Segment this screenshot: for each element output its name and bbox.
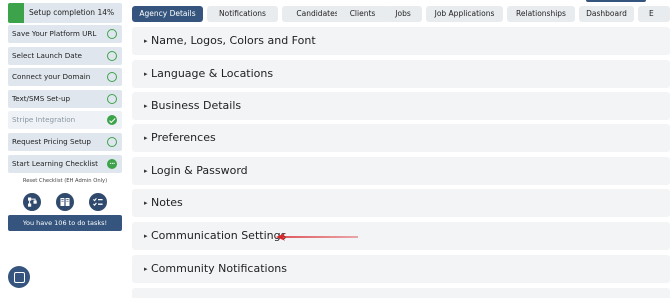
pending-circle-icon — [107, 136, 117, 147]
checkmark-circle-icon — [107, 115, 117, 126]
section-language-locations[interactable]: ▸ Language & Locations — [132, 60, 670, 88]
caret-right-icon: ▸ — [144, 232, 148, 240]
checklist-item-label: Save Your Platform URL — [12, 29, 97, 38]
header-edge — [586, 0, 646, 2]
pending-circle-icon — [107, 93, 117, 104]
tab-agency-details[interactable]: Agency Details — [132, 6, 203, 22]
checklist-item-request-pricing-setup[interactable]: Request Pricing Setup — [8, 132, 122, 151]
tab-jobs[interactable]: Jobs — [384, 6, 422, 22]
section-login-password[interactable]: ▸ Login & Password — [132, 157, 670, 185]
caret-right-icon: ▸ — [144, 167, 148, 175]
checklist-item-text-sms-setup[interactable]: Text/SMS Set-up — [8, 89, 122, 108]
setup-checklist: Save Your Platform URL Select Launch Dat… — [8, 25, 122, 176]
section-label: Community Notifications — [151, 262, 288, 275]
section-notes[interactable]: ▸ Notes — [132, 189, 670, 217]
setup-progress-fill — [8, 3, 24, 23]
pending-circle-icon — [107, 50, 117, 61]
chat-icon[interactable] — [8, 266, 30, 288]
checklist-item-save-platform-url[interactable]: Save Your Platform URL — [8, 25, 122, 43]
section-label: Notes — [151, 196, 183, 209]
section-label: Preferences — [151, 131, 216, 144]
annotation-arrow-icon — [276, 233, 358, 241]
reset-checklist-link[interactable]: Reset Checklist (EH Admin Only) — [8, 178, 122, 184]
checklist-item-connect-domain[interactable]: Connect your Domain — [8, 68, 122, 87]
tab-overflow[interactable]: E — [638, 6, 670, 22]
in-progress-circle-icon — [107, 155, 117, 173]
checklist-icon-graphic — [93, 197, 103, 207]
checklist-icon[interactable] — [89, 193, 107, 211]
section-community-notifications[interactable]: ▸ Community Notifications — [132, 255, 670, 283]
checklist-item-start-learning-checklist[interactable]: Start Learning Checklist — [8, 154, 122, 173]
section-name-logos-colors-font[interactable]: ▸ Name, Logos, Colors and Font — [132, 27, 670, 55]
section-label: Language & Locations — [151, 67, 274, 80]
tab-clients[interactable]: Clients — [337, 6, 388, 22]
checklist-item-label: Text/SMS Set-up — [12, 93, 71, 103]
setup-completion-label: Setup completion 14% — [29, 8, 115, 17]
section-preferences[interactable]: ▸ Preferences — [132, 124, 670, 152]
shortcut-icon-row — [16, 193, 114, 211]
checklist-item-select-launch-date[interactable]: Select Launch Date — [8, 46, 122, 65]
section-business-details[interactable]: ▸ Business Details — [132, 92, 670, 120]
todo-tasks-button[interactable]: You have 106 to do tasks! — [8, 215, 122, 231]
setup-completion-bar[interactable]: Setup completion 14% — [8, 3, 122, 23]
caret-right-icon: ▸ — [144, 37, 148, 45]
checklist-item-label: Connect your Domain — [12, 72, 91, 82]
tab-relationships[interactable]: Relationships — [507, 6, 575, 22]
caret-right-icon: ▸ — [144, 134, 148, 142]
caret-right-icon: ▸ — [144, 102, 148, 110]
section-partial[interactable] — [132, 288, 670, 298]
tab-job-applications[interactable]: Job Applications — [426, 6, 503, 22]
book-icon-graphic — [60, 198, 70, 206]
checklist-item-label: Stripe Integration — [12, 115, 76, 125]
caret-right-icon: ▸ — [144, 199, 148, 207]
caret-right-icon: ▸ — [144, 265, 148, 273]
section-label: Name, Logos, Colors and Font — [151, 34, 316, 47]
settings-tab-bar: Agency Details Notifications Candidates … — [132, 6, 670, 22]
pending-circle-icon — [107, 29, 117, 39]
caret-right-icon: ▸ — [144, 70, 148, 78]
checklist-item-label: Start Learning Checklist — [12, 158, 98, 168]
section-label: Communication Settings — [151, 229, 287, 242]
book-icon[interactable] — [56, 193, 74, 211]
checklist-item-label: Select Launch Date — [12, 50, 82, 60]
tab-dashboard[interactable]: Dashboard — [579, 6, 634, 22]
section-communication-settings[interactable]: ▸ Communication Settings — [132, 222, 670, 250]
flow-icon[interactable] — [23, 193, 41, 211]
tab-notifications[interactable]: Notifications — [207, 6, 278, 22]
pending-circle-icon — [107, 72, 117, 83]
section-label: Business Details — [151, 99, 242, 112]
checklist-item-label: Request Pricing Setup — [12, 136, 91, 146]
flow-icon-graphic — [28, 197, 37, 207]
section-label: Login & Password — [151, 164, 248, 177]
checklist-item-stripe-integration[interactable]: Stripe Integration — [8, 111, 122, 130]
